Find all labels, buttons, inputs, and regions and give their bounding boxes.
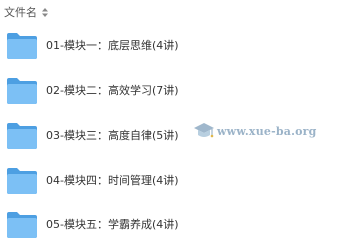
list-item[interactable]: 01-模块一：底层思维(4讲) xyxy=(0,28,340,68)
folder-name[interactable]: 02-模块二：高效学习(7讲) xyxy=(46,82,179,98)
list-item[interactable]: 05-模块五：学霸养成(4讲) xyxy=(0,207,340,247)
list-item[interactable]: 04-模块四：时间管理(4讲) xyxy=(0,163,340,203)
folder-name[interactable]: 05-模块五：学霸养成(4讲) xyxy=(46,216,179,232)
list-item[interactable]: 02-模块二：高效学习(7讲) xyxy=(0,73,340,113)
folder-name[interactable]: 01-模块一：底层思维(4讲) xyxy=(46,37,179,53)
graduation-cap-icon xyxy=(194,123,214,138)
folder-icon xyxy=(7,168,37,194)
folder-icon xyxy=(7,123,37,149)
folder-icon xyxy=(7,78,37,104)
folder-name[interactable]: 03-模块三：高度自律(5讲) xyxy=(46,127,179,143)
watermark-text: www.xue-ba.org xyxy=(217,124,317,138)
watermark: www.xue-ba.org xyxy=(193,120,317,142)
folder-icon xyxy=(7,33,37,59)
folder-icon xyxy=(7,212,37,238)
folder-name[interactable]: 04-模块四：时间管理(4讲) xyxy=(46,172,179,188)
